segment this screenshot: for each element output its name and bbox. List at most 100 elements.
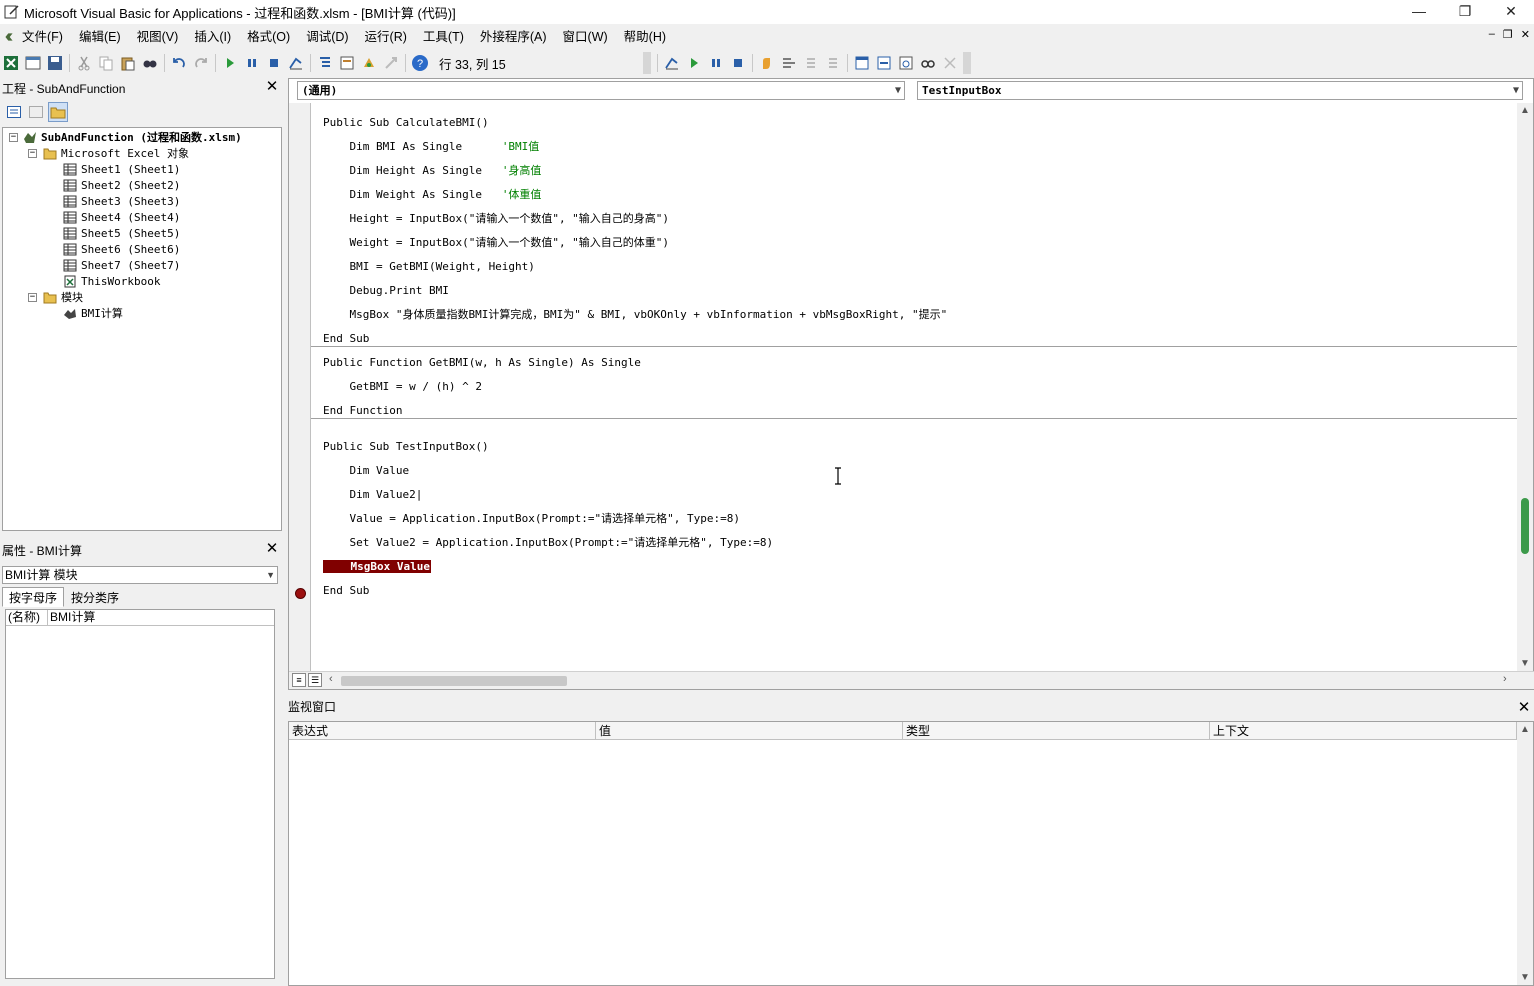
code-line[interactable]: Public Sub CalculateBMI() (323, 113, 489, 133)
collapse-modules-icon[interactable]: − (28, 293, 37, 302)
reset-icon[interactable] (263, 52, 285, 74)
toolbar-overflow[interactable] (963, 52, 971, 74)
properties-window-icon[interactable] (336, 52, 358, 74)
tree-item-sheet5[interactable]: Sheet5 (Sheet5) (63, 225, 180, 241)
tree-item-sheet4[interactable]: Sheet4 (Sheet4) (63, 209, 180, 225)
toolbar-overflow[interactable] (643, 52, 651, 74)
full-module-view-icon[interactable]: ☰ (308, 673, 322, 687)
menu-addins[interactable]: 外接程序(A) (472, 27, 555, 47)
menu-run[interactable]: 运行(R) (357, 27, 415, 47)
scroll-down-icon[interactable]: ▼ (1520, 658, 1530, 669)
code-line[interactable]: Debug.Print BMI (323, 281, 448, 301)
view-object-icon[interactable] (26, 102, 46, 122)
cut-icon[interactable] (73, 52, 95, 74)
close-button[interactable]: ✕ (1488, 0, 1534, 24)
breakpoint-margin[interactable] (289, 103, 311, 671)
code-line[interactable]: Public Sub TestInputBox() (323, 437, 489, 457)
code-vertical-scrollbar[interactable]: ▲ ▼ (1517, 103, 1533, 671)
menu-debug[interactable]: 调试(D) (298, 27, 356, 47)
call-stack-icon[interactable] (939, 52, 961, 74)
code-line[interactable]: Dim Value2| (323, 485, 422, 505)
design-mode-icon[interactable] (285, 52, 307, 74)
code-line[interactable]: Set Value2 = Application.InputBox(Prompt… (323, 533, 773, 553)
run-icon[interactable] (219, 52, 241, 74)
collapse-project-icon[interactable]: − (9, 133, 18, 142)
toggle-folders-icon[interactable] (48, 102, 68, 122)
design-mode-icon-2[interactable] (661, 52, 683, 74)
tab-alphabetic[interactable]: 按字母序 (2, 587, 65, 607)
menu-insert[interactable]: 插入(I) (186, 27, 239, 47)
code-line[interactable]: Dim Height As Single '身高值 (323, 161, 541, 181)
menu-window[interactable]: 窗口(W) (555, 27, 616, 47)
menu-tools[interactable]: 工具(T) (415, 27, 472, 47)
code-line[interactable]: MsgBox "身体质量指数BMI计算完成，BMI为" & BMI, vbOKO… (323, 305, 947, 325)
mdi-restore-button[interactable]: ❐ (1503, 28, 1513, 41)
toolbox-icon[interactable] (380, 52, 402, 74)
restore-button[interactable]: ❐ (1442, 0, 1488, 24)
code-line[interactable]: Dim Value (323, 461, 409, 481)
scrollbar-thumb[interactable] (1521, 498, 1529, 554)
scroll-left-icon[interactable]: ‹ (329, 673, 333, 685)
project-explorer-close-button[interactable]: ✕ (264, 79, 280, 95)
toggle-breakpoint-icon[interactable] (756, 52, 778, 74)
menu-view[interactable]: 视图(V) (129, 27, 187, 47)
redo-icon[interactable] (190, 52, 212, 74)
property-value[interactable]: BMI计算 (48, 610, 95, 625)
properties-close-button[interactable]: ✕ (264, 541, 280, 557)
run-icon-2[interactable] (683, 52, 705, 74)
procedure-select[interactable]: TestInputBox ▼ (917, 81, 1523, 100)
view-code-icon[interactable] (4, 102, 24, 122)
code-line[interactable]: Weight = InputBox("请输入一个数值", "输入自己的体重") (323, 233, 669, 253)
breakpoint-code-line[interactable]: MsgBox Value (323, 557, 431, 577)
code-line[interactable]: Public Function GetBMI(w, h As Single) A… (323, 353, 641, 373)
menu-file[interactable]: 文件(F) (14, 27, 71, 47)
code-editor[interactable]: Public Sub CalculateBMI() Dim BMI As Sin… (311, 103, 1517, 671)
tab-categorized[interactable]: 按分类序 (64, 587, 126, 607)
reset-icon-2[interactable] (727, 52, 749, 74)
object-browser-icon[interactable] (358, 52, 380, 74)
locals-window-icon[interactable] (851, 52, 873, 74)
code-line[interactable]: Dim BMI As Single 'BMI值 (323, 137, 539, 157)
save-icon[interactable] (44, 52, 66, 74)
copy-icon[interactable] (95, 52, 117, 74)
project-explorer-icon[interactable] (314, 52, 336, 74)
help-icon[interactable]: ? (409, 52, 431, 74)
tree-item-bmi-module[interactable]: BMI计算 (63, 305, 123, 321)
property-row[interactable]: (名称) BMI计算 (6, 610, 274, 626)
procedure-view-icon[interactable]: ≡ (292, 673, 306, 687)
pane-splitter[interactable] (282, 78, 287, 986)
watch-vertical-scrollbar[interactable]: ▲ ▼ (1517, 722, 1533, 985)
column-value[interactable]: 值 (596, 722, 903, 739)
tree-item-project[interactable]: SubAndFunction (过程和函数.xlsm) (23, 129, 242, 145)
scroll-up-icon[interactable]: ▲ (1520, 724, 1530, 735)
watch-close-button[interactable]: ✕ (1516, 700, 1532, 716)
tree-item-sheet3[interactable]: Sheet3 (Sheet3) (63, 193, 180, 209)
object-select[interactable]: (通用) ▼ (297, 81, 905, 100)
excel-icon[interactable] (0, 52, 22, 74)
menu-help[interactable]: 帮助(H) (616, 27, 674, 47)
code-line[interactable]: GetBMI = w / (h) ^ 2 (323, 377, 481, 397)
mdi-minimize-button[interactable]: – (1489, 28, 1495, 41)
tree-item-sheet1[interactable]: Sheet1 (Sheet1) (63, 161, 180, 177)
scrollbar-thumb[interactable] (341, 676, 567, 686)
undo-icon[interactable] (168, 52, 190, 74)
column-context[interactable]: 上下文 (1210, 722, 1517, 739)
immediate-window-icon[interactable] (873, 52, 895, 74)
mdi-close-button[interactable]: ✕ (1521, 28, 1530, 41)
code-horizontal-scrollbar[interactable]: ≡ ☰ ‹ › (289, 671, 1534, 689)
break-icon[interactable] (241, 52, 263, 74)
step-over-icon[interactable] (800, 52, 822, 74)
minimize-button[interactable]: — (1396, 0, 1442, 24)
scroll-down-icon[interactable]: ▼ (1520, 972, 1530, 983)
menu-edit[interactable]: 编辑(E) (71, 27, 129, 47)
collapse-excel-objects-icon[interactable]: − (28, 149, 37, 158)
tree-item-modules[interactable]: 模块 (43, 289, 83, 305)
menu-format[interactable]: 格式(O) (239, 27, 298, 47)
break-icon-2[interactable] (705, 52, 727, 74)
code-line[interactable]: Value = Application.InputBox(Prompt:="请选… (323, 509, 740, 529)
step-out-icon[interactable] (822, 52, 844, 74)
paste-icon[interactable] (117, 52, 139, 74)
scroll-right-icon[interactable]: › (1503, 673, 1507, 685)
properties-object-select[interactable]: BMI计算 模块 ▼ (2, 566, 278, 584)
insert-userform-icon[interactable] (22, 52, 44, 74)
